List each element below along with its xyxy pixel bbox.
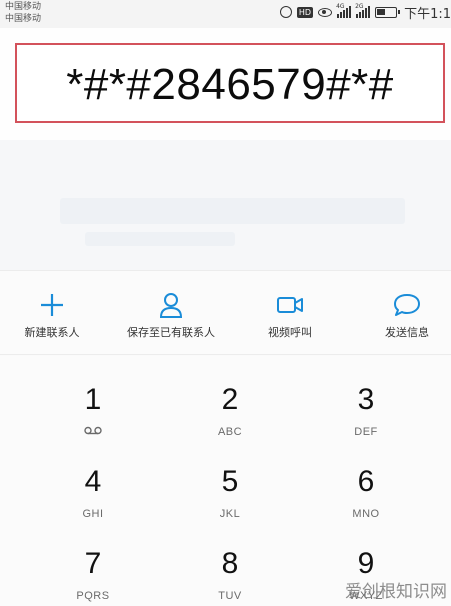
key-6[interactable]: 6 MNO (291, 438, 441, 521)
key-digit: 6 (357, 465, 375, 498)
alarm-icon (279, 6, 292, 18)
key-letters: ABC (217, 426, 243, 438)
watermark: 爱创根知识网 (345, 582, 447, 602)
person-icon (159, 293, 183, 318)
chat-bubble-icon (394, 294, 420, 316)
eye-icon (318, 7, 333, 17)
send-message-button[interactable]: 发送信息 (351, 271, 451, 356)
key-7[interactable]: 7 PQRS (18, 520, 168, 603)
battery-icon (375, 6, 401, 18)
status-icons: HD 4G 2G 下午1:1 (279, 3, 451, 22)
voicemail-icon (18, 426, 168, 438)
key-1[interactable]: 1 (18, 356, 168, 436)
key-letters: GHI (82, 508, 104, 520)
blurred-suggestion (85, 232, 235, 246)
network-type-label: 4G (336, 3, 345, 10)
key-digit: 7 (84, 547, 102, 580)
key-letters: JKL (219, 508, 241, 520)
status-bar: 中国移动 中国移动 HD 4G 2G 下午1:1 (0, 0, 451, 28)
hd-icon: HD (296, 6, 314, 18)
key-letters: PQRS (76, 590, 110, 602)
status-time: 下午1:1 (404, 6, 451, 22)
key-5[interactable]: 5 JKL (155, 438, 305, 521)
action-row: 新建联系人 保存至已有联系人 视频呼叫 发送信息 (0, 270, 451, 355)
send-message-label: 发送信息 (385, 326, 429, 339)
key-letters: DEF (354, 426, 378, 438)
contact-suggestions (0, 140, 451, 270)
key-digit: 9 (357, 547, 375, 580)
carrier-2: 中国移动 (5, 14, 42, 24)
new-contact-button[interactable]: 新建联系人 (0, 271, 108, 356)
carrier-info: 中国移动 中国移动 (5, 1, 41, 25)
signal-icon: 4G (336, 3, 352, 18)
dialed-number[interactable]: *#*#2846579#*# (17, 61, 443, 109)
plus-icon (41, 294, 63, 316)
number-highlight-box: *#*#2846579#*# (15, 43, 445, 123)
dial-keypad: 1 2 ABC 3 DEF 4 GHI 5 JKL 6 MNO 7 PQRS 8… (0, 356, 451, 606)
key-digit: 2 (221, 383, 239, 416)
key-2[interactable]: 2 ABC (155, 356, 305, 439)
video-call-button[interactable]: 视频呼叫 (234, 271, 346, 356)
signal-icon: 2G (355, 3, 371, 18)
key-3[interactable]: 3 DEF (291, 356, 441, 439)
number-display-area: *#*#2846579#*# (0, 28, 451, 140)
blurred-suggestion (60, 198, 405, 224)
network-type-label: 2G (355, 3, 364, 10)
key-letters: TUV (218, 590, 242, 602)
key-digit: 1 (84, 383, 102, 416)
key-digit: 4 (84, 465, 102, 498)
key-digit: 8 (221, 547, 239, 580)
key-digit: 5 (221, 465, 239, 498)
video-camera-icon (277, 297, 303, 313)
key-letters: MNO (352, 508, 380, 520)
key-4[interactable]: 4 GHI (18, 438, 168, 521)
carrier-1: 中国移动 (5, 2, 42, 12)
key-digit: 3 (357, 383, 375, 416)
key-8[interactable]: 8 TUV (155, 520, 305, 603)
save-to-existing-contact-button[interactable]: 保存至已有联系人 (115, 271, 227, 356)
